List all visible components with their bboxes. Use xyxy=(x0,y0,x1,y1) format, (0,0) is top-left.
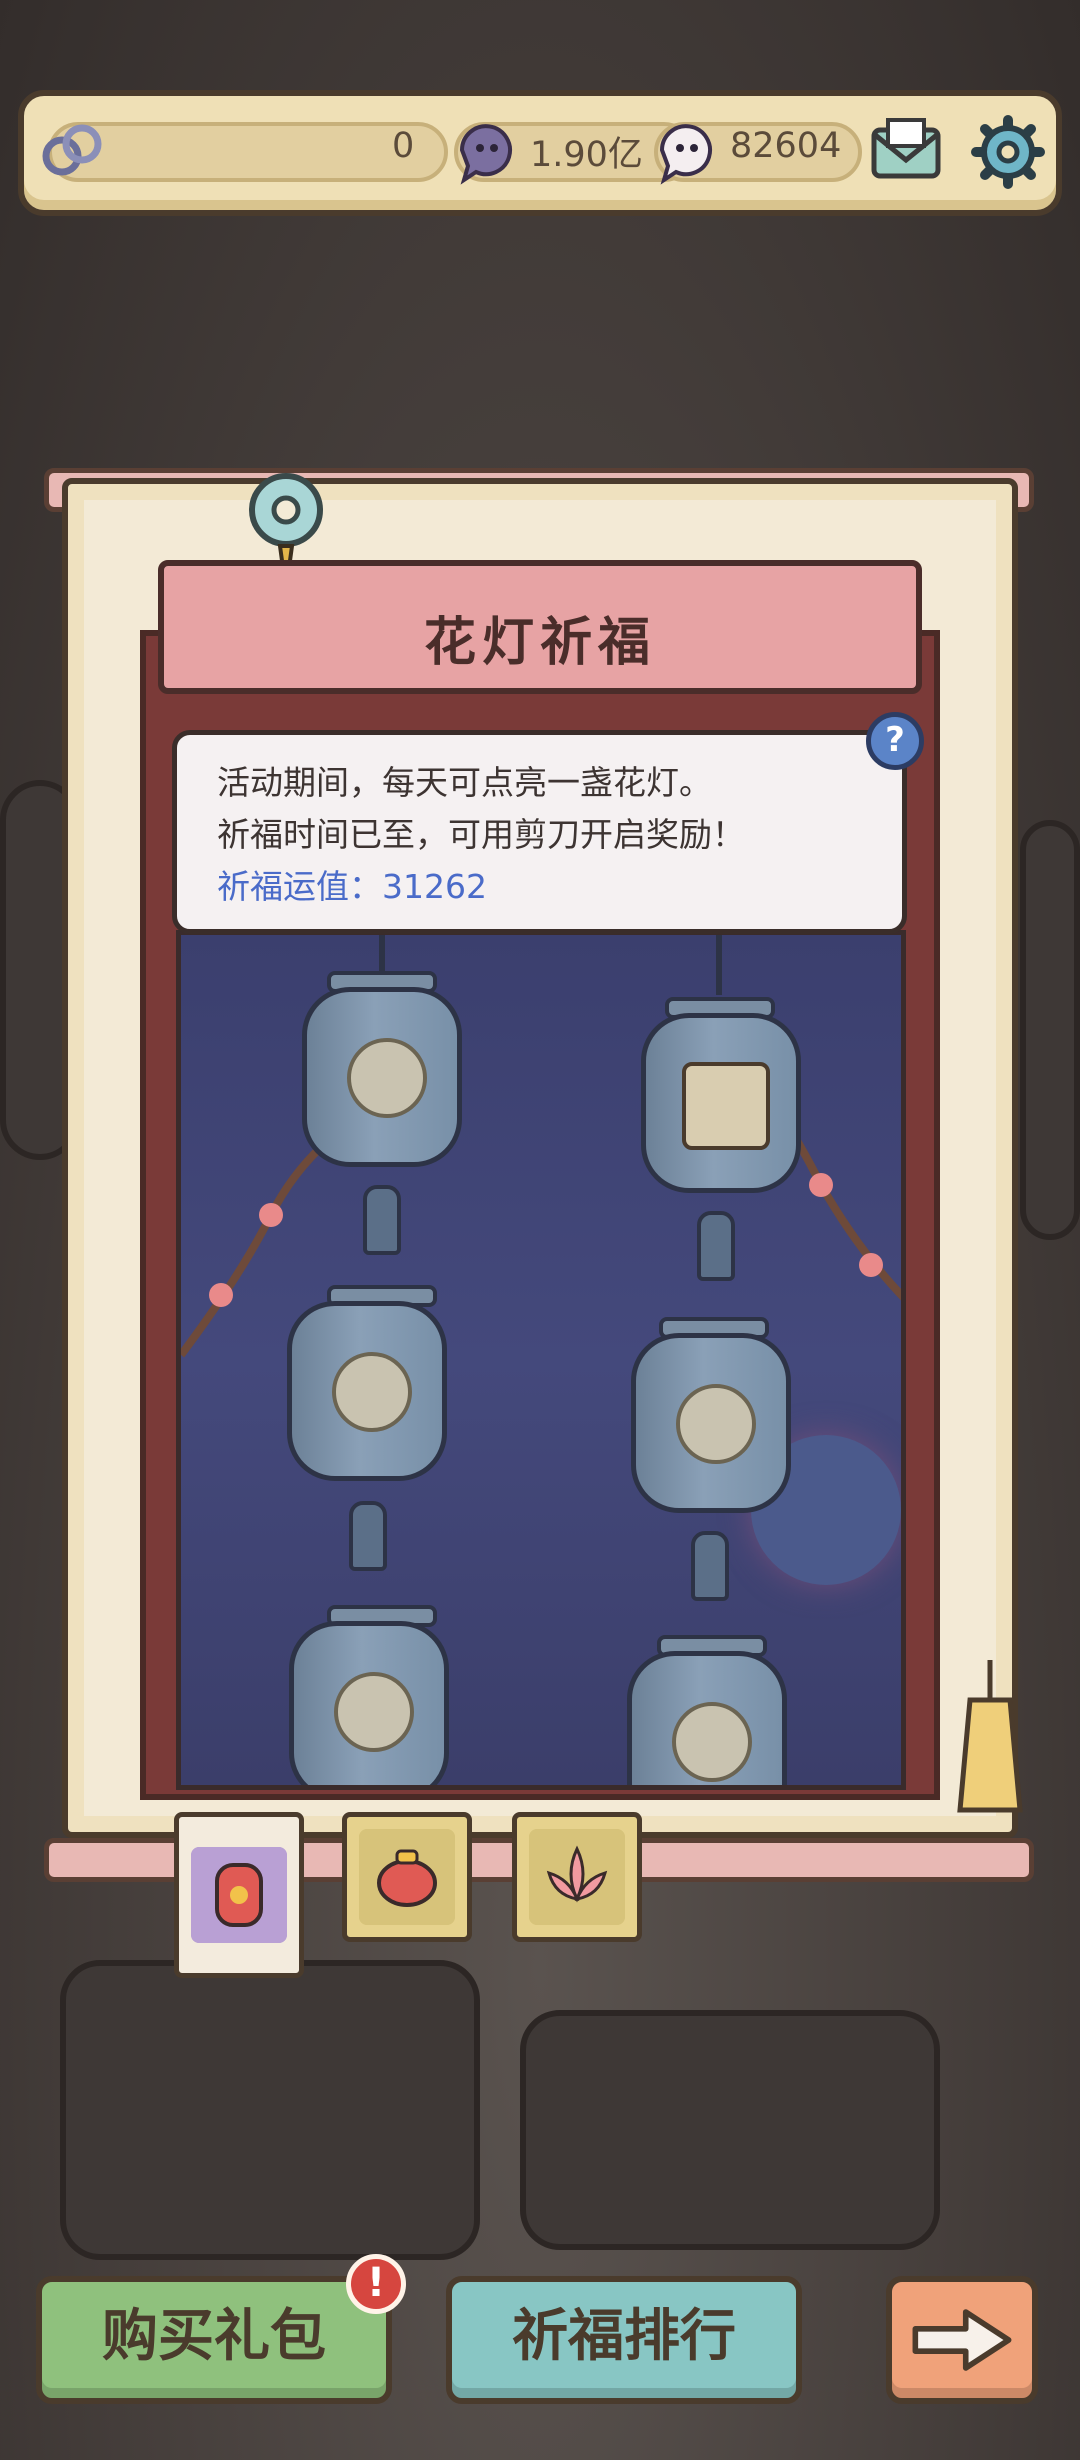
fortune-score: 祈福运值：31262 xyxy=(217,861,862,913)
buy-gift-button[interactable]: 购买礼包 xyxy=(36,2276,392,2404)
lantern-scroll-emblem[interactable] xyxy=(287,1301,447,1481)
fortune-label: 祈福运值： xyxy=(217,867,382,906)
lantern-clover-emblem[interactable] xyxy=(627,1651,787,1785)
tab-lotus[interactable] xyxy=(512,1812,642,1942)
coin-bubble-icon[interactable] xyxy=(452,116,522,186)
tassel-ornament-icon xyxy=(957,1660,1023,1813)
resource3-value: 82604 xyxy=(730,126,842,166)
lantern-tassel xyxy=(691,1531,729,1601)
arrow-right-icon xyxy=(912,2309,1012,2371)
next-button[interactable] xyxy=(886,2276,1038,2404)
lantern-string xyxy=(379,935,385,975)
lantern-scroll-emblem[interactable] xyxy=(289,1621,449,1785)
scroll-emblem-icon xyxy=(334,1672,414,1752)
page-title: 花灯祈福 xyxy=(423,613,656,673)
lantern-scene xyxy=(176,930,906,1790)
clover-emblem-icon xyxy=(676,1384,756,1464)
spirit-bubble-icon[interactable] xyxy=(652,116,722,186)
fortune-value: 31262 xyxy=(382,867,487,906)
snail-portrait-icon xyxy=(682,1062,770,1150)
scroll-emblem-icon xyxy=(332,1352,412,1432)
resource1-value: 0 xyxy=(392,126,415,166)
lantern-tassel xyxy=(363,1185,401,1255)
lantern-snail-portrait[interactable] xyxy=(641,1013,801,1193)
lantern-tassel xyxy=(349,1501,387,1571)
alert-badge: ! xyxy=(346,2254,406,2314)
lantern-clover-emblem[interactable] xyxy=(631,1333,791,1513)
info-text-line1: 活动期间，每天可点亮一盏花灯。 xyxy=(217,763,712,802)
teapot-icon xyxy=(359,1829,455,1925)
gift-basket-icon xyxy=(347,1038,427,1118)
lotus-icon xyxy=(529,1829,625,1925)
tab-lantern[interactable] xyxy=(174,1812,304,1978)
lantern-gift-basket[interactable] xyxy=(302,987,462,1167)
clover-emblem-icon xyxy=(672,1702,752,1782)
resource1-pill xyxy=(48,122,448,182)
lantern-string xyxy=(716,935,722,995)
background-rock xyxy=(1020,820,1080,1240)
ranking-button[interactable]: 祈福排行 xyxy=(446,2276,802,2404)
resource2-value: 1.90亿 xyxy=(530,135,643,175)
resource-bar: 0 1.90亿 82604 xyxy=(18,90,1062,216)
title-banner: 花灯祈福 xyxy=(158,560,922,694)
background-rock xyxy=(520,2010,940,2250)
gear-icon[interactable] xyxy=(968,112,1048,192)
knot-icon[interactable] xyxy=(38,116,108,186)
mail-icon[interactable] xyxy=(866,112,946,192)
help-button[interactable]: ? xyxy=(866,712,924,770)
background-rock xyxy=(60,1960,480,2260)
event-info-box: 活动期间，每天可点亮一盏花灯。 祈福时间已至，可用剪刀开启奖励！ 祈福运值：31… xyxy=(172,730,907,934)
tab-teapot[interactable] xyxy=(342,1812,472,1942)
lantern-icon xyxy=(191,1847,287,1943)
info-text-line2: 祈福时间已至，可用剪刀开启奖励！ xyxy=(217,815,745,854)
lantern-tassel xyxy=(697,1211,735,1281)
